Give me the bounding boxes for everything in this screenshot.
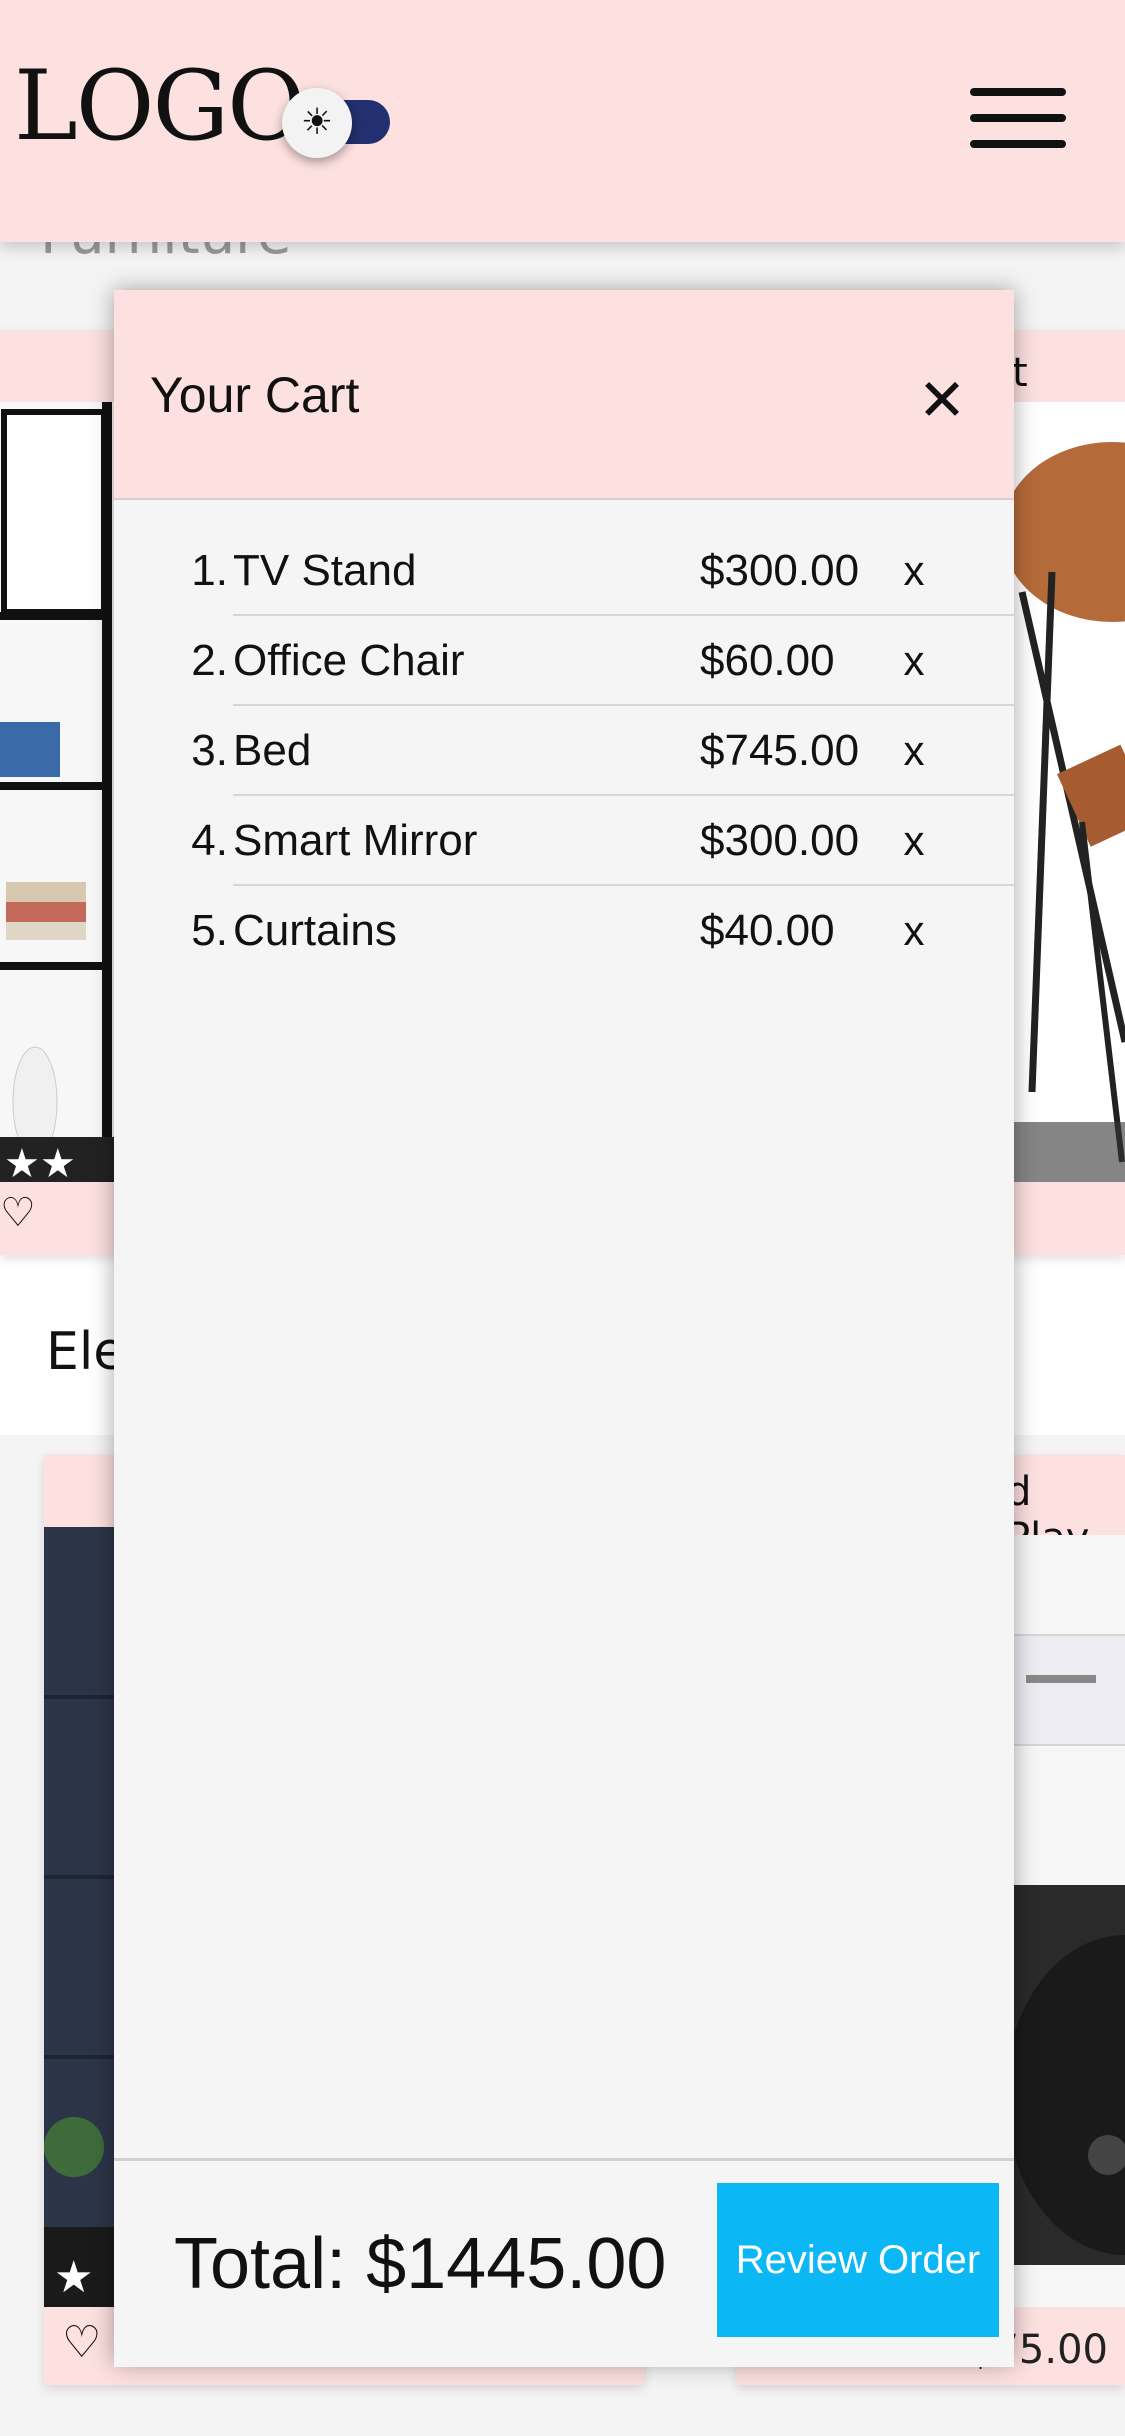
item-index: 3. <box>191 726 228 775</box>
theme-toggle[interactable]: ☀ <box>282 88 390 158</box>
cart-item: 4. Smart Mirror $300.00 x <box>114 796 1014 886</box>
cart-title: Your Cart <box>150 367 360 423</box>
cart-item: 1. TV Stand $300.00 x <box>114 526 1014 616</box>
remove-item-button[interactable]: x <box>894 616 934 706</box>
item-price: $300.00 <box>700 816 860 865</box>
logo[interactable]: LOGO <box>14 58 306 154</box>
cart-item: 3. Bed $745.00 x <box>114 706 1014 796</box>
item-name: Smart Mirror <box>233 816 478 865</box>
cart-footer: Total: $1445.00 Review Order <box>114 2158 1014 2367</box>
heart-icon[interactable]: ♡ <box>62 2317 101 2368</box>
item-index: 1. <box>191 546 228 595</box>
heart-icon[interactable]: ♡ <box>0 1190 36 1236</box>
item-name: Office Chair <box>233 636 465 685</box>
item-index: 4. <box>191 816 228 865</box>
cart-item: 5. Curtains $40.00 x <box>114 886 1014 976</box>
item-index: 2. <box>191 636 228 685</box>
item-price: $745.00 <box>700 726 860 775</box>
menu-bar <box>970 114 1066 122</box>
item-name: TV Stand <box>233 546 417 595</box>
remove-item-button[interactable]: x <box>894 526 934 616</box>
item-price: $60.00 <box>700 636 835 685</box>
bistro-chairs-image <box>1012 402 1125 1182</box>
remove-item-button[interactable]: x <box>894 886 934 976</box>
product-card-title: t <box>1012 350 1028 396</box>
remove-item-button[interactable]: x <box>894 796 934 886</box>
product-image <box>1012 402 1125 1182</box>
svg-text:★: ★ <box>54 2252 93 2303</box>
cart-item: 2. Office Chair $60.00 x <box>114 616 1014 706</box>
cart-drawer: Your Cart ✕ 1. TV Stand $300.00 x 2. Off… <box>114 290 1014 2367</box>
menu-bar <box>970 88 1066 96</box>
item-price: $300.00 <box>700 546 860 595</box>
review-order-button[interactable]: Review Order <box>717 2183 999 2337</box>
close-icon[interactable]: ✕ <box>914 371 970 429</box>
cart-total: Total: $1445.00 <box>174 2224 667 2304</box>
svg-text:★★: ★★ <box>4 1141 76 1182</box>
site-header: LOGO ☀ <box>0 0 1125 242</box>
menu-bar <box>970 140 1066 148</box>
cart-item-list: 1. TV Stand $300.00 x 2. Office Chair $6… <box>114 526 1014 976</box>
item-index: 5. <box>191 906 228 955</box>
item-price: $40.00 <box>700 906 835 955</box>
cart-header: Your Cart ✕ <box>114 290 1014 500</box>
item-name: Bed <box>233 726 312 775</box>
hamburger-menu-icon[interactable] <box>970 88 1066 148</box>
remove-item-button[interactable]: x <box>894 706 934 796</box>
product-card-right[interactable]: t <box>1012 330 1125 1255</box>
sun-icon: ☀ <box>282 88 352 158</box>
item-name: Curtains <box>233 906 397 955</box>
